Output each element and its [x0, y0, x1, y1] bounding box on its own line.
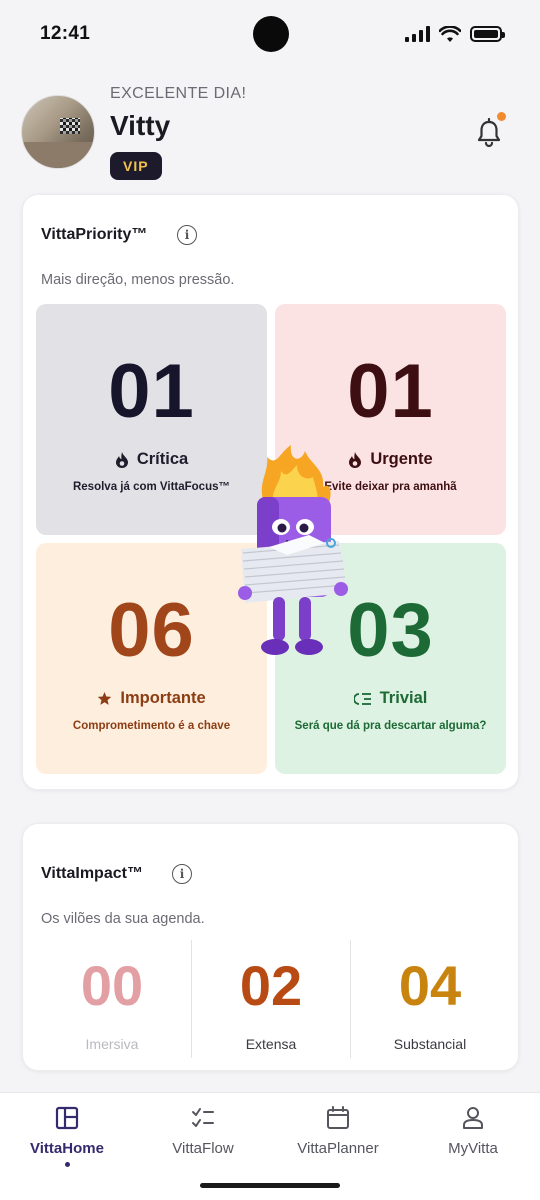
quadrant-label: Crítica [115, 450, 188, 469]
nav-label: MyVitta [448, 1140, 498, 1157]
priority-card: VittaPriority™ i Mais direção, menos pre… [22, 194, 519, 790]
active-indicator [64, 1162, 70, 1167]
fire-icon [115, 451, 128, 468]
nav-label: VittaPlanner [297, 1140, 379, 1157]
user-name: Vitty [110, 110, 171, 141]
battery-icon [470, 26, 505, 42]
impact-item-imersiva[interactable]: 00 Imersiva [32, 944, 192, 1059]
list-icon [353, 692, 371, 705]
priority-subtitle: Mais direção, menos pressão. [41, 272, 235, 288]
nav-item-vittahome[interactable]: VittaHome [7, 1105, 127, 1167]
impact-label: Substancial [393, 1036, 467, 1052]
impact-card: VittaImpact™ i Os vilões da sua agenda. … [22, 823, 519, 1071]
quadrant-label-text: Urgente [370, 450, 433, 468]
nav-item-myvitta[interactable]: MyVitta [413, 1105, 533, 1157]
quadrant-count: 03 [347, 588, 434, 673]
star-icon [98, 691, 112, 705]
avatar[interactable] [21, 95, 95, 169]
impact-item-substancial[interactable]: 04 Substancial [350, 944, 510, 1059]
checklist-icon [192, 1108, 214, 1127]
impact-label: Extensa [245, 1036, 297, 1052]
impact-count: 04 [398, 954, 462, 1017]
quadrant-label: Trivial [353, 689, 428, 708]
nav-item-vittaflow[interactable]: VittaFlow [143, 1105, 263, 1157]
quadrant-label-text: Importante [120, 689, 206, 707]
impact-title: VittaImpact™ [41, 865, 143, 882]
quadrant-label: Urgente [348, 450, 433, 469]
quadrant-description: Será que dá pra descartar alguma? [294, 720, 487, 732]
dashboard-icon [55, 1106, 79, 1130]
status-icons [405, 25, 505, 43]
quadrant-label-text: Crítica [136, 450, 189, 468]
wifi-icon [439, 25, 461, 42]
quadrant-description: Resolva já com VittaFocus™ [72, 481, 230, 493]
signal-icon [405, 26, 430, 42]
nav-label: VittaHome [30, 1140, 104, 1157]
calendar-icon [327, 1106, 349, 1129]
mascot-illustration [238, 445, 348, 655]
notification-dot [497, 112, 506, 121]
impact-item-extensa[interactable]: 02 Extensa [191, 944, 351, 1059]
status-time: 12:41 [40, 23, 91, 44]
bell-icon[interactable] [472, 116, 506, 150]
info-icon[interactable]: i [177, 225, 197, 245]
camera-cutout [253, 16, 289, 52]
quadrant-count: 01 [108, 349, 195, 434]
quadrant-label: Importante [97, 689, 206, 708]
greeting: EXCELENTE DIA! [110, 85, 247, 102]
quadrant-description: Comprometimento é a chave [72, 720, 231, 732]
info-icon[interactable]: i [172, 864, 192, 884]
home-indicator [200, 1183, 340, 1188]
quadrant-count: 06 [108, 588, 195, 673]
header: EXCELENTE DIA! Vitty VIP [0, 80, 540, 190]
impact-label: Imersiva [85, 1036, 139, 1052]
quadrant-count: 01 [347, 349, 434, 434]
priority-title: VittaPriority™ [41, 226, 148, 243]
nav-item-vittaplanner[interactable]: VittaPlanner [278, 1105, 398, 1157]
vip-badge: VIP [110, 152, 162, 180]
impact-subtitle: Os vilões da sua agenda. [41, 911, 205, 927]
user-icon [463, 1107, 483, 1129]
impact-count: 00 [80, 954, 144, 1017]
impact-count: 02 [239, 954, 303, 1017]
nav-label: VittaFlow [172, 1140, 234, 1157]
quadrant-label-text: Trivial [379, 689, 428, 707]
